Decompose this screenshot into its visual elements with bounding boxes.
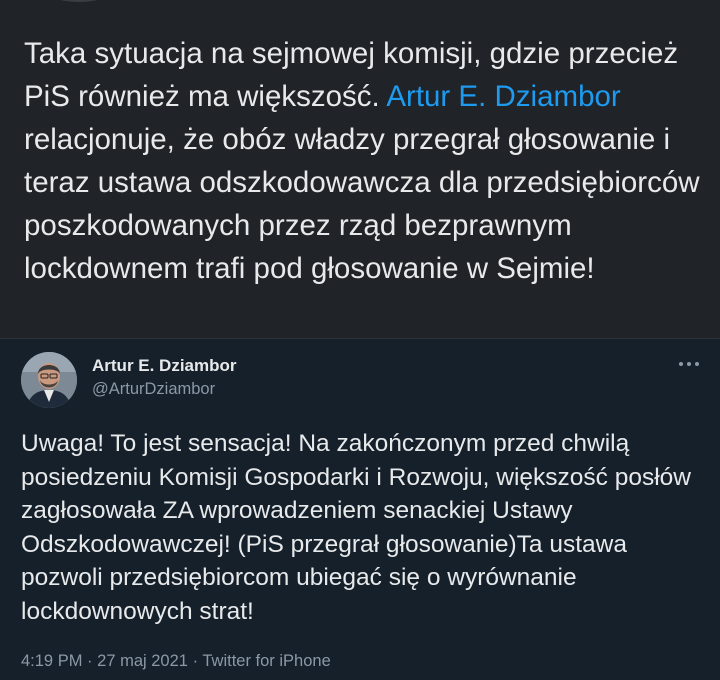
- cropped-avatar[interactable]: [40, 0, 118, 2]
- more-horizontal-icon[interactable]: [676, 356, 702, 372]
- author-handle[interactable]: @ArturDziambor: [92, 380, 215, 399]
- meta-separator: ·: [87, 652, 93, 670]
- tweet-text: Uwaga! To jest sensacja! Na zakończonym …: [21, 430, 691, 625]
- tweet-time[interactable]: 4:19 PM: [21, 652, 82, 670]
- meta-separator: ·: [192, 652, 199, 670]
- tweet-meta: 4:19 PM · 27 maj 2021 · Twitter for iPho…: [21, 652, 331, 671]
- mention-link[interactable]: Artur E. Dziambor: [386, 80, 620, 113]
- author-name[interactable]: Artur E. Dziambor: [92, 356, 237, 376]
- tweet-date[interactable]: 27 maj 2021: [97, 652, 188, 670]
- tweet-source: Twitter for iPhone: [202, 652, 331, 670]
- post-container: Taka sytuacja na sejmowej komisji, gdzie…: [0, 0, 720, 338]
- avatar[interactable]: [21, 352, 77, 408]
- post-text-end: relacjonuje, że obóz władzy przegrał gło…: [24, 123, 700, 285]
- profile-photo-icon: [21, 352, 77, 408]
- post-text: Taka sytuacja na sejmowej komisji, gdzie…: [24, 32, 704, 290]
